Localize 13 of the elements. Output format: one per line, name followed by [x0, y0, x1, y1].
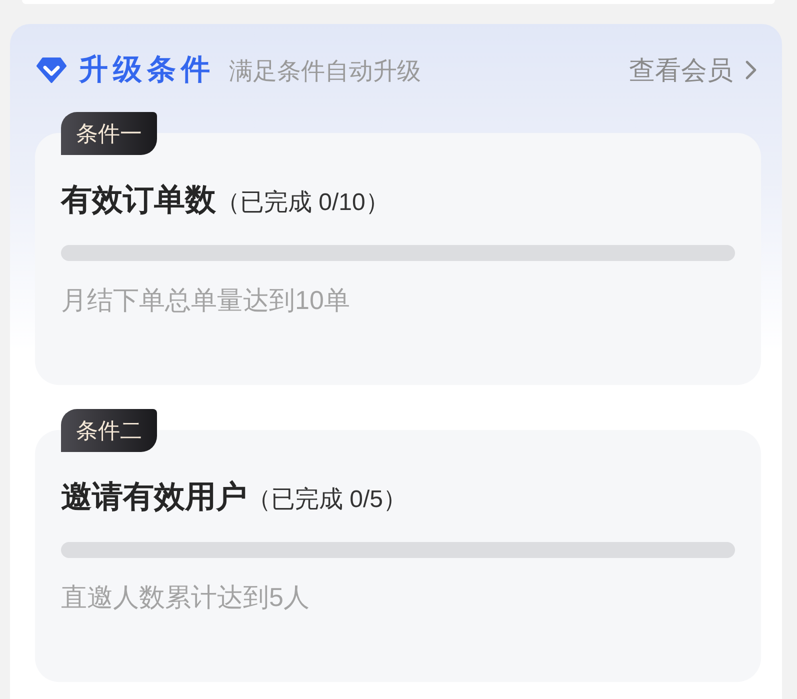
condition-tag: 条件一 [61, 112, 157, 155]
condition-title: 邀请有效用户 [61, 478, 247, 516]
condition-tag: 条件二 [61, 409, 157, 452]
completion-count: （已完成 0/5） [247, 485, 408, 515]
diamond-icon [36, 57, 67, 83]
chevron-right-icon [745, 60, 757, 80]
condition-description: 月结下单总单量达到10单 [61, 284, 351, 317]
view-members-link[interactable]: 查看会员 [629, 50, 757, 90]
completion-count: （已完成 0/10） [216, 188, 390, 218]
section-subtitle: 满足条件自动升级 [229, 57, 421, 87]
section-title: 升级条件 [79, 53, 215, 88]
condition-description: 直邀人数累计达到5人 [61, 581, 310, 614]
condition-title: 有效订单数 [61, 181, 216, 219]
